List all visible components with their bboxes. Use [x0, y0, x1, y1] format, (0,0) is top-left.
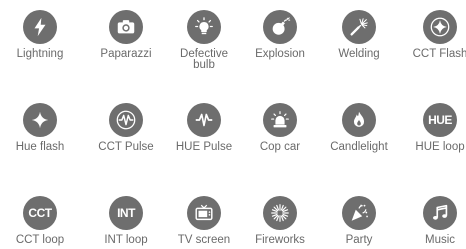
- flame-icon: [342, 103, 376, 137]
- effect-int-loop[interactable]: INT INT loop: [83, 196, 169, 246]
- lightning-icon: [23, 10, 57, 44]
- effect-candlelight[interactable]: Candlelight: [316, 103, 402, 153]
- effect-welding[interactable]: Welding: [316, 10, 402, 60]
- effect-label: CCT loop: [15, 234, 65, 246]
- lightbulb-icon: [187, 10, 221, 44]
- pulse-wave-icon: [109, 103, 143, 137]
- effect-label: INT loop: [104, 234, 148, 246]
- fireworks-icon: [263, 196, 297, 230]
- effect-hue-loop[interactable]: HUE HUE loop: [397, 103, 466, 153]
- effect-party[interactable]: Party: [316, 196, 402, 246]
- effect-lightning[interactable]: Lightning: [0, 10, 83, 60]
- effects-grid: Lightning Paparazzi Defective bulb Explo…: [0, 0, 466, 249]
- effect-explosion[interactable]: Explosion: [237, 10, 323, 60]
- effect-cop-car[interactable]: Cop car: [237, 103, 323, 153]
- effect-label: Lightning: [16, 48, 64, 60]
- effect-label: TV screen: [177, 234, 231, 246]
- sparkle-icon: [423, 10, 457, 44]
- effect-defective-bulb[interactable]: Defective bulb: [161, 10, 247, 71]
- effect-label: Welding: [338, 48, 380, 60]
- siren-icon: [263, 103, 297, 137]
- tv-icon: [187, 196, 221, 230]
- effect-label: Explosion: [255, 48, 305, 60]
- party-popper-icon: [342, 196, 376, 230]
- effect-hue-flash[interactable]: Hue flash: [0, 103, 83, 153]
- effect-cct-loop[interactable]: CCT CCT loop: [0, 196, 83, 246]
- effect-label: Defective bulb: [180, 48, 228, 71]
- effect-label: Fireworks: [255, 234, 305, 246]
- effect-cct-pulse[interactable]: CCT Pulse: [83, 103, 169, 153]
- effect-label: Music: [424, 234, 456, 246]
- int-text-icon: INT: [109, 196, 143, 230]
- effect-tv-screen[interactable]: TV screen: [161, 196, 247, 246]
- effect-cct-flash[interactable]: CCT Flash: [397, 10, 466, 60]
- camera-icon: [109, 10, 143, 44]
- pulse-wave-icon: [187, 103, 221, 137]
- effect-label: Hue flash: [15, 141, 65, 153]
- effect-label: CCT Pulse: [98, 141, 154, 153]
- hue-text-icon: HUE: [423, 103, 457, 137]
- effect-hue-pulse[interactable]: HUE Pulse: [161, 103, 247, 153]
- effect-paparazzi[interactable]: Paparazzi: [83, 10, 169, 60]
- effect-label: CCT Flash: [412, 48, 466, 60]
- effect-label: Cop car: [259, 141, 301, 153]
- effect-label: Paparazzi: [100, 48, 152, 60]
- effect-music[interactable]: Music: [397, 196, 466, 246]
- effect-label: HUE Pulse: [175, 141, 233, 153]
- sparkle-icon: [23, 103, 57, 137]
- effect-fireworks[interactable]: Fireworks: [237, 196, 323, 246]
- cct-text-icon: CCT: [23, 196, 57, 230]
- music-note-icon: [423, 196, 457, 230]
- effect-label: Candlelight: [330, 141, 388, 153]
- welding-torch-icon: [342, 10, 376, 44]
- bomb-icon: [263, 10, 297, 44]
- effect-label: Party: [345, 234, 373, 246]
- effect-label: HUE loop: [415, 141, 465, 153]
